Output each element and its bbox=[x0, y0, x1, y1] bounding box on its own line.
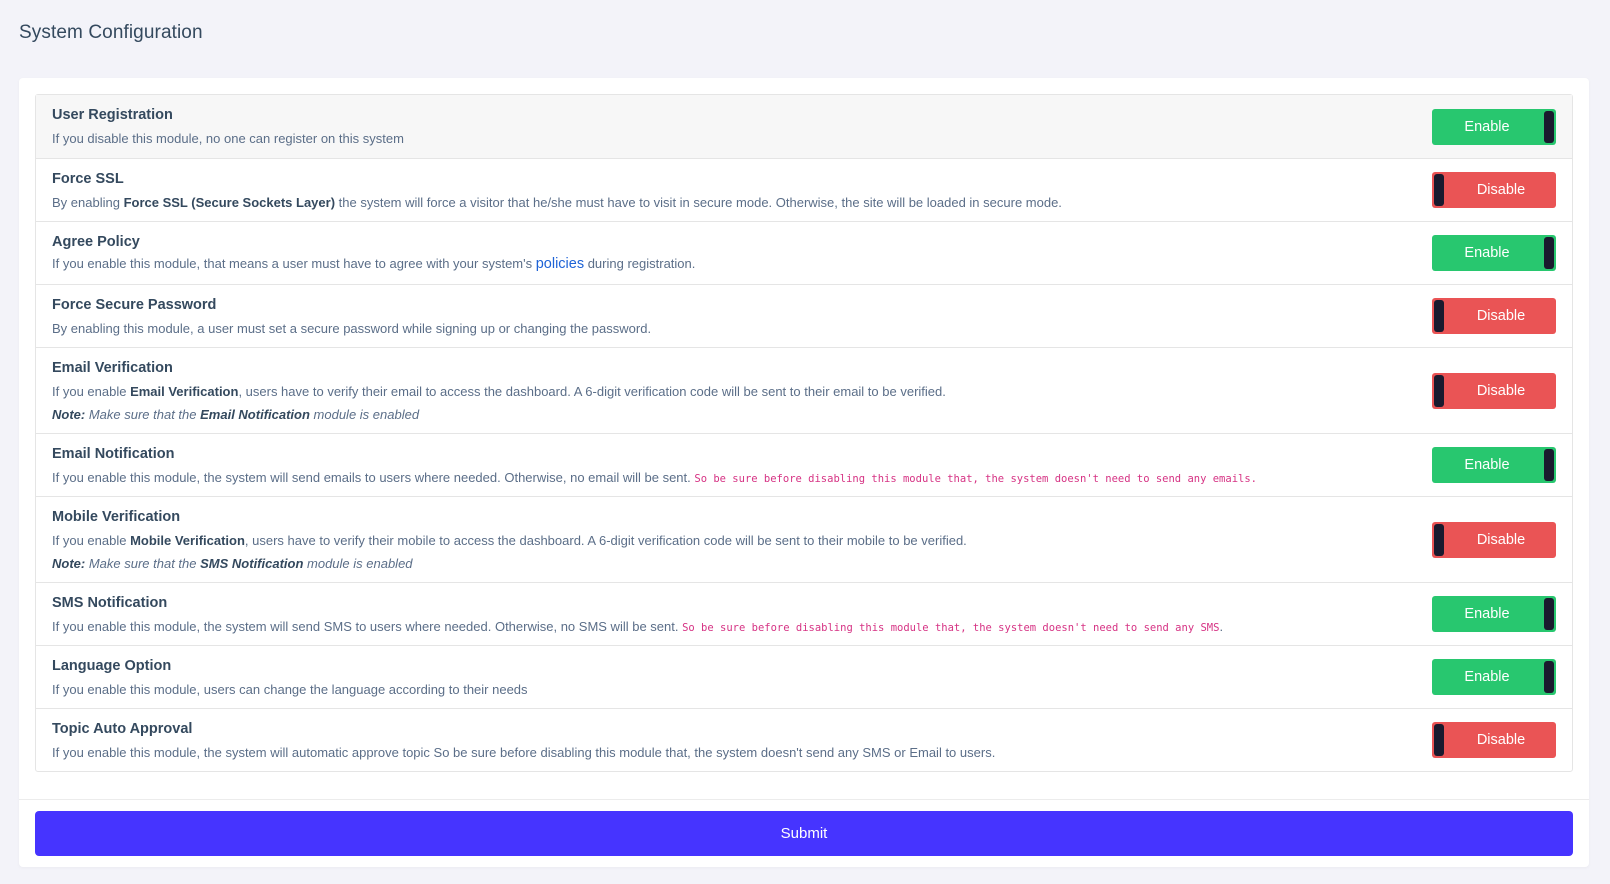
toggle-label: Disable bbox=[1476, 383, 1526, 399]
toggle-knob bbox=[1544, 661, 1554, 693]
toggle-knob bbox=[1434, 724, 1444, 756]
settings-list: User Registration If you disable this mo… bbox=[35, 94, 1573, 772]
desc-text: If you enable this module, the system wi… bbox=[52, 470, 695, 485]
warning-code: So be sure before disabling this module … bbox=[694, 473, 1257, 485]
policies-link[interactable]: policies bbox=[536, 256, 584, 272]
setting-description: If you enable this module, that means a … bbox=[52, 256, 695, 272]
setting-row-force-ssl: Force SSL By enabling Force SSL (Secure … bbox=[36, 158, 1572, 221]
setting-row-email-verification: Email Verification If you enable Email V… bbox=[36, 347, 1572, 433]
setting-title: Email Verification bbox=[52, 360, 173, 376]
desc-text: If you enable this module, the system wi… bbox=[52, 619, 683, 634]
topic-auto-approval-toggle[interactable]: Disable bbox=[1432, 722, 1556, 758]
note-text: Make sure that the bbox=[85, 556, 201, 571]
toggle-knob bbox=[1434, 174, 1444, 206]
note-text: module is enabled bbox=[309, 407, 420, 422]
desc-bold: Email Verification bbox=[130, 384, 239, 399]
user-registration-toggle[interactable]: Enable bbox=[1432, 109, 1556, 145]
setting-row-email-notification: Email Notification If you enable this mo… bbox=[36, 433, 1572, 496]
configuration-card: User Registration If you disable this mo… bbox=[19, 78, 1589, 867]
note-text: Make sure that the bbox=[85, 407, 201, 422]
setting-title: Force SSL bbox=[52, 171, 124, 187]
setting-row-agree-policy: Agree Policy If you enable this module, … bbox=[36, 221, 1572, 284]
desc-text: By enabling bbox=[52, 195, 124, 210]
toggle-label: Enable bbox=[1464, 457, 1510, 473]
mobile-verification-toggle[interactable]: Disable bbox=[1432, 522, 1556, 558]
setting-title: Mobile Verification bbox=[52, 509, 181, 525]
toggle-knob bbox=[1544, 237, 1554, 269]
setting-row-topic-auto-approval: Topic Auto Approval If you enable this m… bbox=[36, 708, 1572, 771]
toggle-label: Disable bbox=[1476, 308, 1526, 324]
desc-text: , users have to verify their mobile to a… bbox=[244, 533, 967, 548]
setting-description: By enabling this module, a user must set… bbox=[52, 321, 652, 336]
setting-row-sms-notification: SMS Notification If you enable this modu… bbox=[36, 582, 1572, 645]
desc-text: . bbox=[1219, 619, 1224, 634]
page-title: System Configuration bbox=[19, 22, 203, 43]
setting-description: If you disable this module, no one can r… bbox=[52, 131, 404, 146]
setting-description: If you enable Email Verification, users … bbox=[52, 384, 946, 399]
toggle-label: Disable bbox=[1476, 532, 1526, 548]
setting-title: Force Secure Password bbox=[52, 297, 217, 313]
setting-description: If you enable this module, the system wi… bbox=[52, 470, 1257, 485]
setting-note: Note: Make sure that the SMS Notificatio… bbox=[52, 556, 413, 571]
setting-title: SMS Notification bbox=[52, 595, 168, 611]
language-option-toggle[interactable]: Enable bbox=[1432, 659, 1556, 695]
desc-text: If you enable bbox=[52, 384, 131, 399]
note-bold: Email Notification bbox=[200, 407, 310, 422]
desc-text: If you enable bbox=[52, 533, 131, 548]
setting-row-user-registration: User Registration If you disable this mo… bbox=[36, 95, 1572, 158]
setting-description: If you enable this module, users can cha… bbox=[52, 682, 528, 697]
setting-description: If you enable Mobile Verification, users… bbox=[52, 533, 967, 548]
setting-note: Note: Make sure that the Email Notificat… bbox=[52, 407, 419, 422]
agree-policy-toggle[interactable]: Enable bbox=[1432, 235, 1556, 271]
toggle-knob bbox=[1434, 300, 1444, 332]
toggle-label: Enable bbox=[1464, 119, 1510, 135]
toggle-knob bbox=[1434, 524, 1444, 556]
setting-row-force-secure-password: Force Secure Password By enabling this m… bbox=[36, 284, 1572, 347]
desc-bold: Force SSL (Secure Sockets Layer) bbox=[123, 195, 336, 210]
warning-code: So be sure before disabling this module … bbox=[682, 622, 1220, 634]
setting-title: Email Notification bbox=[52, 446, 175, 462]
sms-notification-toggle[interactable]: Enable bbox=[1432, 596, 1556, 632]
toggle-label: Enable bbox=[1464, 245, 1510, 261]
toggle-label: Enable bbox=[1464, 669, 1510, 685]
setting-description: By enabling Force SSL (Secure Sockets La… bbox=[52, 195, 1062, 210]
setting-row-mobile-verification: Mobile Verification If you enable Mobile… bbox=[36, 496, 1572, 582]
desc-bold: Mobile Verification bbox=[130, 533, 245, 548]
setting-title: Agree Policy bbox=[52, 234, 140, 250]
email-notification-toggle[interactable]: Enable bbox=[1432, 447, 1556, 483]
setting-row-language-option: Language Option If you enable this modul… bbox=[36, 645, 1572, 708]
toggle-knob bbox=[1544, 111, 1554, 143]
setting-title: Language Option bbox=[52, 658, 172, 674]
note-label: Note: bbox=[52, 556, 86, 571]
note-label: Note: bbox=[52, 407, 86, 422]
card-divider bbox=[19, 799, 1589, 800]
toggle-knob bbox=[1434, 375, 1444, 407]
note-bold: SMS Notification bbox=[200, 556, 304, 571]
setting-title: User Registration bbox=[52, 107, 173, 123]
submit-button[interactable]: Submit bbox=[35, 811, 1573, 856]
setting-description: If you enable this module, the system wi… bbox=[52, 745, 996, 760]
toggle-label: Disable bbox=[1476, 182, 1526, 198]
desc-text: , users have to verify their email to ac… bbox=[238, 384, 946, 399]
desc-text: If you enable this module, that means a … bbox=[52, 256, 536, 271]
force-ssl-toggle[interactable]: Disable bbox=[1432, 172, 1556, 208]
toggle-knob bbox=[1544, 449, 1554, 481]
setting-description: If you enable this module, the system wi… bbox=[52, 619, 1223, 634]
toggle-label: Enable bbox=[1464, 606, 1510, 622]
note-text: module is enabled bbox=[303, 556, 413, 571]
desc-text: the system will force a visitor that he/… bbox=[335, 195, 1062, 210]
force-secure-password-toggle[interactable]: Disable bbox=[1432, 298, 1556, 334]
email-verification-toggle[interactable]: Disable bbox=[1432, 373, 1556, 409]
toggle-knob bbox=[1544, 598, 1554, 630]
desc-text: during registration. bbox=[584, 256, 696, 271]
setting-title: Topic Auto Approval bbox=[52, 721, 193, 737]
toggle-label: Disable bbox=[1476, 732, 1526, 748]
